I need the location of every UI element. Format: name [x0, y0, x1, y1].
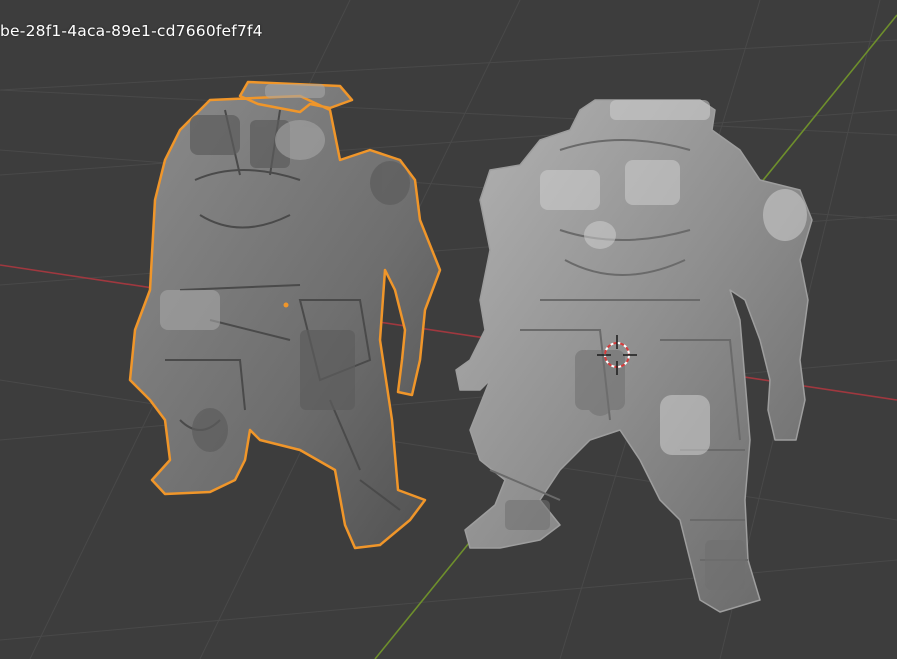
object-name-overlay: be-28f1-4aca-89e1-cd7660fef7f4: [0, 22, 263, 40]
3d-viewport[interactable]: be-28f1-4aca-89e1-cd7660fef7f4: [0, 0, 897, 659]
object-origin-dot: [283, 302, 289, 308]
robot-mech-smooth[interactable]: [455, 99, 813, 613]
robot-mech-selected[interactable]: [128, 80, 442, 550]
viewport-canvas[interactable]: [0, 0, 897, 659]
